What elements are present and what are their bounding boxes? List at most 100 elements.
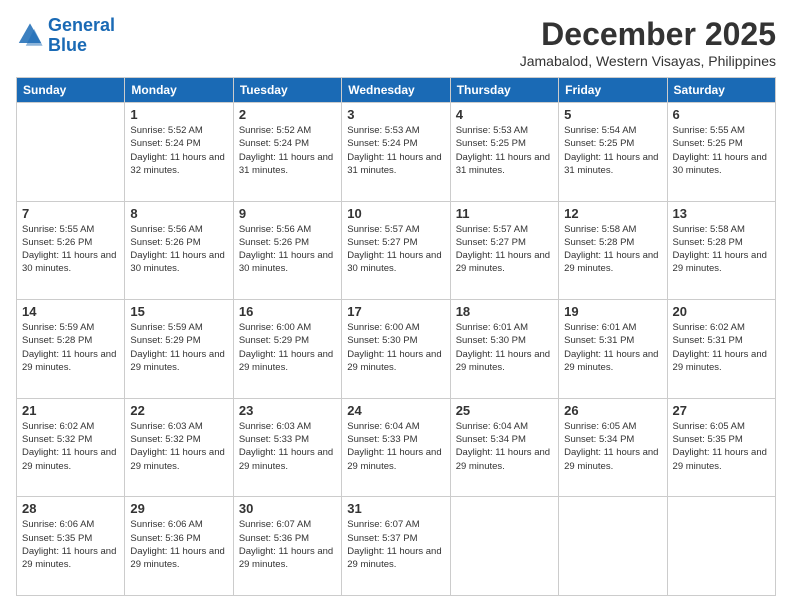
calendar-cell: 11 Sunrise: 5:57 AM Sunset: 5:27 PM Dayli… bbox=[450, 201, 558, 300]
logo-general: General bbox=[48, 15, 115, 35]
month-title: December 2025 bbox=[520, 16, 776, 53]
calendar-cell: 22 Sunrise: 6:03 AM Sunset: 5:32 PM Dayli… bbox=[125, 398, 233, 497]
col-header-friday: Friday bbox=[559, 78, 667, 103]
calendar-cell: 27 Sunrise: 6:05 AM Sunset: 5:35 PM Dayli… bbox=[667, 398, 775, 497]
day-info: Sunrise: 6:02 AM Sunset: 5:32 PM Dayligh… bbox=[22, 420, 119, 473]
calendar-cell: 28 Sunrise: 6:06 AM Sunset: 5:35 PM Dayli… bbox=[17, 497, 125, 596]
day-number: 2 bbox=[239, 107, 336, 122]
day-info: Sunrise: 6:05 AM Sunset: 5:35 PM Dayligh… bbox=[673, 420, 770, 473]
day-number: 24 bbox=[347, 403, 444, 418]
week-row-1: 7 Sunrise: 5:55 AM Sunset: 5:26 PM Daylig… bbox=[17, 201, 776, 300]
calendar-cell: 8Sunrise: 5:56 AM Sunset: 5:26 PM Daylig… bbox=[125, 201, 233, 300]
calendar-cell: 5Sunrise: 5:54 AM Sunset: 5:25 PM Daylig… bbox=[559, 103, 667, 202]
week-row-2: 14 Sunrise: 5:59 AM Sunset: 5:28 PM Dayli… bbox=[17, 300, 776, 399]
day-number: 30 bbox=[239, 501, 336, 516]
calendar-cell: 2Sunrise: 5:52 AM Sunset: 5:24 PM Daylig… bbox=[233, 103, 341, 202]
calendar-cell: 29 Sunrise: 6:06 AM Sunset: 5:36 PM Dayli… bbox=[125, 497, 233, 596]
day-info: Sunrise: 5:59 AM Sunset: 5:29 PM Dayligh… bbox=[130, 321, 227, 374]
day-number: 9 bbox=[239, 206, 336, 221]
calendar-cell: 21Sunrise: 6:02 AM Sunset: 5:32 PM Dayli… bbox=[17, 398, 125, 497]
logo: General Blue bbox=[16, 16, 115, 56]
logo-text: General Blue bbox=[48, 16, 115, 56]
calendar-cell bbox=[559, 497, 667, 596]
calendar-cell: 6 Sunrise: 5:55 AM Sunset: 5:25 PM Daylig… bbox=[667, 103, 775, 202]
day-info: Sunrise: 6:01 AM Sunset: 5:31 PM Dayligh… bbox=[564, 321, 661, 374]
day-number: 20 bbox=[673, 304, 770, 319]
col-header-monday: Monday bbox=[125, 78, 233, 103]
day-info: Sunrise: 6:06 AM Sunset: 5:35 PM Dayligh… bbox=[22, 518, 119, 571]
location: Jamabalod, Western Visayas, Philippines bbox=[520, 53, 776, 69]
day-info: Sunrise: 5:52 AM Sunset: 5:24 PM Dayligh… bbox=[130, 124, 227, 177]
day-info: Sunrise: 6:04 AM Sunset: 5:33 PM Dayligh… bbox=[347, 420, 444, 473]
calendar-cell bbox=[17, 103, 125, 202]
day-number: 12 bbox=[564, 206, 661, 221]
day-number: 11 bbox=[456, 206, 553, 221]
calendar-cell: 18 Sunrise: 6:01 AM Sunset: 5:30 PM Dayli… bbox=[450, 300, 558, 399]
day-info: Sunrise: 6:07 AM Sunset: 5:36 PM Dayligh… bbox=[239, 518, 336, 571]
day-info: Sunrise: 5:57 AM Sunset: 5:27 PM Dayligh… bbox=[456, 223, 553, 276]
logo-icon bbox=[16, 22, 44, 50]
week-row-0: 1 Sunrise: 5:52 AM Sunset: 5:24 PM Daylig… bbox=[17, 103, 776, 202]
calendar-cell: 10 Sunrise: 5:57 AM Sunset: 5:27 PM Dayli… bbox=[342, 201, 450, 300]
day-number: 7 bbox=[22, 206, 119, 221]
page: General Blue December 2025 Jamabalod, We… bbox=[0, 0, 792, 612]
day-number: 31 bbox=[347, 501, 444, 516]
day-number: 29 bbox=[130, 501, 227, 516]
calendar-cell: 4 Sunrise: 5:53 AM Sunset: 5:25 PM Daylig… bbox=[450, 103, 558, 202]
day-info: Sunrise: 5:53 AM Sunset: 5:25 PM Dayligh… bbox=[456, 124, 553, 177]
day-info: Sunrise: 6:03 AM Sunset: 5:32 PM Dayligh… bbox=[130, 420, 227, 473]
day-info: Sunrise: 5:57 AM Sunset: 5:27 PM Dayligh… bbox=[347, 223, 444, 276]
col-header-saturday: Saturday bbox=[667, 78, 775, 103]
day-number: 1 bbox=[130, 107, 227, 122]
day-info: Sunrise: 5:53 AM Sunset: 5:24 PM Dayligh… bbox=[347, 124, 444, 177]
day-number: 14 bbox=[22, 304, 119, 319]
calendar-cell: 20 Sunrise: 6:02 AM Sunset: 5:31 PM Dayli… bbox=[667, 300, 775, 399]
day-info: Sunrise: 6:00 AM Sunset: 5:30 PM Dayligh… bbox=[347, 321, 444, 374]
week-row-3: 21Sunrise: 6:02 AM Sunset: 5:32 PM Dayli… bbox=[17, 398, 776, 497]
calendar-cell: 13 Sunrise: 5:58 AM Sunset: 5:28 PM Dayli… bbox=[667, 201, 775, 300]
day-number: 13 bbox=[673, 206, 770, 221]
day-number: 3 bbox=[347, 107, 444, 122]
day-number: 15 bbox=[130, 304, 227, 319]
day-info: Sunrise: 5:54 AM Sunset: 5:25 PM Dayligh… bbox=[564, 124, 661, 177]
day-info: Sunrise: 5:55 AM Sunset: 5:25 PM Dayligh… bbox=[673, 124, 770, 177]
calendar-cell: 19 Sunrise: 6:01 AM Sunset: 5:31 PM Dayli… bbox=[559, 300, 667, 399]
calendar-cell bbox=[667, 497, 775, 596]
calendar-cell: 12 Sunrise: 5:58 AM Sunset: 5:28 PM Dayli… bbox=[559, 201, 667, 300]
day-number: 4 bbox=[456, 107, 553, 122]
day-number: 27 bbox=[673, 403, 770, 418]
col-header-thursday: Thursday bbox=[450, 78, 558, 103]
calendar-cell: 14 Sunrise: 5:59 AM Sunset: 5:28 PM Dayli… bbox=[17, 300, 125, 399]
calendar-cell: 16Sunrise: 6:00 AM Sunset: 5:29 PM Dayli… bbox=[233, 300, 341, 399]
day-number: 8 bbox=[130, 206, 227, 221]
calendar-cell: 31 Sunrise: 6:07 AM Sunset: 5:37 PM Dayli… bbox=[342, 497, 450, 596]
day-info: Sunrise: 5:56 AM Sunset: 5:26 PM Dayligh… bbox=[239, 223, 336, 276]
col-header-wednesday: Wednesday bbox=[342, 78, 450, 103]
day-number: 28 bbox=[22, 501, 119, 516]
day-info: Sunrise: 6:04 AM Sunset: 5:34 PM Dayligh… bbox=[456, 420, 553, 473]
header: General Blue December 2025 Jamabalod, We… bbox=[16, 16, 776, 69]
day-number: 19 bbox=[564, 304, 661, 319]
day-number: 6 bbox=[673, 107, 770, 122]
day-info: Sunrise: 6:07 AM Sunset: 5:37 PM Dayligh… bbox=[347, 518, 444, 571]
day-number: 22 bbox=[130, 403, 227, 418]
day-info: Sunrise: 5:58 AM Sunset: 5:28 PM Dayligh… bbox=[564, 223, 661, 276]
col-header-sunday: Sunday bbox=[17, 78, 125, 103]
day-info: Sunrise: 6:01 AM Sunset: 5:30 PM Dayligh… bbox=[456, 321, 553, 374]
day-number: 16 bbox=[239, 304, 336, 319]
day-number: 10 bbox=[347, 206, 444, 221]
calendar-table: SundayMondayTuesdayWednesdayThursdayFrid… bbox=[16, 77, 776, 596]
day-info: Sunrise: 6:06 AM Sunset: 5:36 PM Dayligh… bbox=[130, 518, 227, 571]
day-info: Sunrise: 5:55 AM Sunset: 5:26 PM Dayligh… bbox=[22, 223, 119, 276]
day-info: Sunrise: 5:58 AM Sunset: 5:28 PM Dayligh… bbox=[673, 223, 770, 276]
calendar-cell: 26Sunrise: 6:05 AM Sunset: 5:34 PM Dayli… bbox=[559, 398, 667, 497]
calendar-cell: 24 Sunrise: 6:04 AM Sunset: 5:33 PM Dayli… bbox=[342, 398, 450, 497]
day-info: Sunrise: 6:02 AM Sunset: 5:31 PM Dayligh… bbox=[673, 321, 770, 374]
calendar-cell: 30 Sunrise: 6:07 AM Sunset: 5:36 PM Dayli… bbox=[233, 497, 341, 596]
day-info: Sunrise: 5:59 AM Sunset: 5:28 PM Dayligh… bbox=[22, 321, 119, 374]
calendar-cell bbox=[450, 497, 558, 596]
calendar-cell: 9 Sunrise: 5:56 AM Sunset: 5:26 PM Daylig… bbox=[233, 201, 341, 300]
day-number: 18 bbox=[456, 304, 553, 319]
logo-blue: Blue bbox=[48, 35, 87, 55]
calendar-cell: 25Sunrise: 6:04 AM Sunset: 5:34 PM Dayli… bbox=[450, 398, 558, 497]
